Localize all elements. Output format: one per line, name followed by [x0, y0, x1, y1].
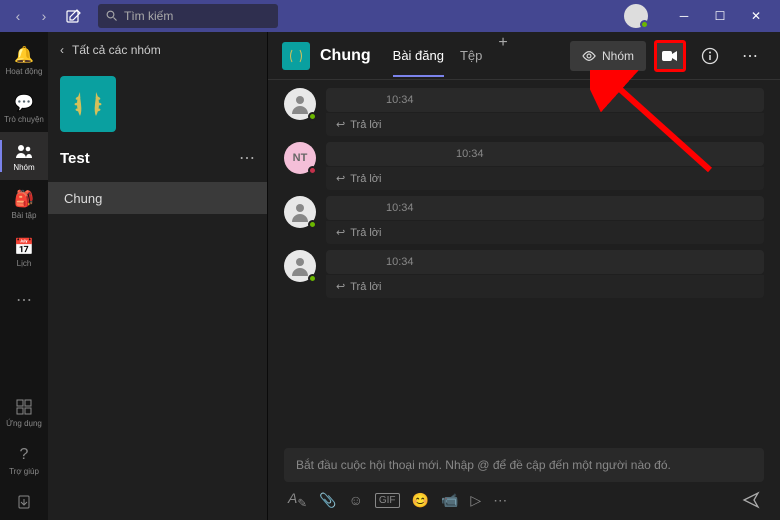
reply-button[interactable]: ↩Trả lời: [326, 221, 764, 244]
teams-icon: [14, 141, 34, 161]
team-more-button[interactable]: ⋯: [239, 148, 255, 168]
channel-item[interactable]: Chung: [48, 182, 267, 214]
new-message-button[interactable]: [62, 4, 86, 28]
info-icon: [701, 47, 719, 65]
bell-icon: 🔔: [14, 45, 34, 65]
download-icon: [14, 492, 34, 512]
eye-icon: [582, 49, 596, 63]
app-rail: 🔔 Hoạt động 💬 Trò chuyện Nhóm 🎒 Bài tập …: [0, 32, 48, 520]
search-icon: [106, 10, 118, 22]
sticker-button[interactable]: 😊: [412, 492, 429, 509]
post-time: 10:34: [386, 94, 414, 106]
more-icon: ⋯: [14, 290, 34, 310]
rail-chat[interactable]: 💬 Trò chuyện: [0, 84, 48, 132]
post-bubble: 10:34: [326, 250, 764, 274]
stream-button[interactable]: ▷: [470, 492, 481, 509]
rail-calendar[interactable]: 📅 Lịch: [0, 228, 48, 276]
reply-icon: ↩: [336, 118, 345, 131]
search-placeholder: Tìm kiếm: [124, 9, 173, 23]
close-button[interactable]: ✕: [738, 0, 774, 32]
reply-button[interactable]: ↩Trả lời: [326, 167, 764, 190]
video-icon: [661, 47, 679, 65]
post-item: NT 10:34 ↩Trả lời: [284, 142, 764, 190]
composer: Bắt đầu cuộc hội thoại mới. Nhập @ để đề…: [284, 448, 764, 510]
user-avatar[interactable]: [624, 4, 648, 28]
meet-now-button[interactable]: [654, 40, 686, 72]
post-item: 10:34 ↩Trả lời: [284, 196, 764, 244]
back-all-teams[interactable]: ‹ Tất cả các nhóm: [48, 32, 267, 68]
reply-icon: ↩: [336, 226, 345, 239]
nav-back-button[interactable]: ‹: [6, 4, 30, 28]
chat-icon: 💬: [14, 93, 34, 113]
more-apps-button[interactable]: ⋯: [493, 492, 507, 509]
rail-apps[interactable]: Ứng dụng: [0, 388, 48, 436]
posts-list: 10:34 ↩Trả lời NT 10:34 ↩Trả lời 10:34 ↩Trả lờ…: [268, 80, 780, 440]
team-visibility-button[interactable]: Nhóm: [570, 41, 646, 71]
calendar-icon: 📅: [14, 237, 34, 257]
compose-input[interactable]: Bắt đầu cuộc hội thoại mới. Nhập @ để đề…: [284, 448, 764, 482]
post-avatar[interactable]: [284, 196, 316, 228]
reply-button[interactable]: ↩Trả lời: [326, 275, 764, 298]
maximize-button[interactable]: ☐: [702, 0, 738, 32]
teams-sidebar: ‹ Tất cả các nhóm Test ⋯: [48, 32, 268, 520]
titlebar: ‹ › Tìm kiếm ─ ☐ ✕: [0, 0, 780, 32]
format-button[interactable]: A✎: [288, 490, 307, 510]
post-avatar[interactable]: [284, 88, 316, 120]
channel-info-button[interactable]: [694, 40, 726, 72]
reply-icon: ↩: [336, 172, 345, 185]
post-item: 10:34 ↩Trả lời: [284, 88, 764, 136]
post-bubble: 10:34: [326, 88, 764, 112]
main-pane: Chung Bài đăng Tệp + Nhóm ⋯ 10:34: [268, 32, 780, 520]
minimize-button[interactable]: ─: [666, 0, 702, 32]
channel-avatar: [282, 42, 310, 70]
post-bubble: 10:34: [326, 142, 764, 166]
emoji-button[interactable]: ☺: [349, 492, 363, 508]
post-avatar[interactable]: [284, 250, 316, 282]
post-avatar[interactable]: NT: [284, 142, 316, 174]
post-time: 10:34: [386, 256, 414, 268]
nav-forward-button[interactable]: ›: [32, 4, 56, 28]
post-time: 10:34: [386, 202, 414, 214]
rail-assignments[interactable]: 🎒 Bài tập: [0, 180, 48, 228]
send-button[interactable]: [742, 491, 760, 509]
attach-button[interactable]: 📎: [319, 492, 336, 509]
post-item: 10:34 ↩Trả lời: [284, 250, 764, 298]
channel-more-button[interactable]: ⋯: [734, 40, 766, 72]
help-icon: ?: [14, 445, 34, 465]
chevron-left-icon: ‹: [60, 43, 64, 57]
channel-title: Chung: [320, 47, 371, 65]
laurel-icon: [68, 84, 108, 124]
rail-activity[interactable]: 🔔 Hoạt động: [0, 36, 48, 84]
rail-teams[interactable]: Nhóm: [0, 132, 48, 180]
channel-header: Chung Bài đăng Tệp + Nhóm ⋯: [268, 32, 780, 80]
rail-help[interactable]: ? Trợ giúp: [0, 436, 48, 484]
reply-icon: ↩: [336, 280, 345, 293]
meeting-button[interactable]: 📹: [441, 492, 458, 509]
post-time: 10:34: [456, 148, 484, 160]
team-name: Test: [60, 150, 90, 167]
rail-more[interactable]: ⋯: [0, 276, 48, 324]
search-input[interactable]: Tìm kiếm: [98, 4, 278, 28]
team-avatar[interactable]: [60, 76, 116, 132]
add-tab-button[interactable]: +: [498, 34, 507, 77]
post-bubble: 10:34: [326, 196, 764, 220]
rail-download[interactable]: [0, 484, 48, 520]
tab-files[interactable]: Tệp: [460, 34, 482, 77]
gif-button[interactable]: GIF: [375, 493, 400, 508]
apps-icon: [14, 397, 34, 417]
reply-button[interactable]: ↩Trả lời: [326, 113, 764, 136]
tab-posts[interactable]: Bài đăng: [393, 34, 444, 77]
assignments-icon: 🎒: [14, 189, 34, 209]
